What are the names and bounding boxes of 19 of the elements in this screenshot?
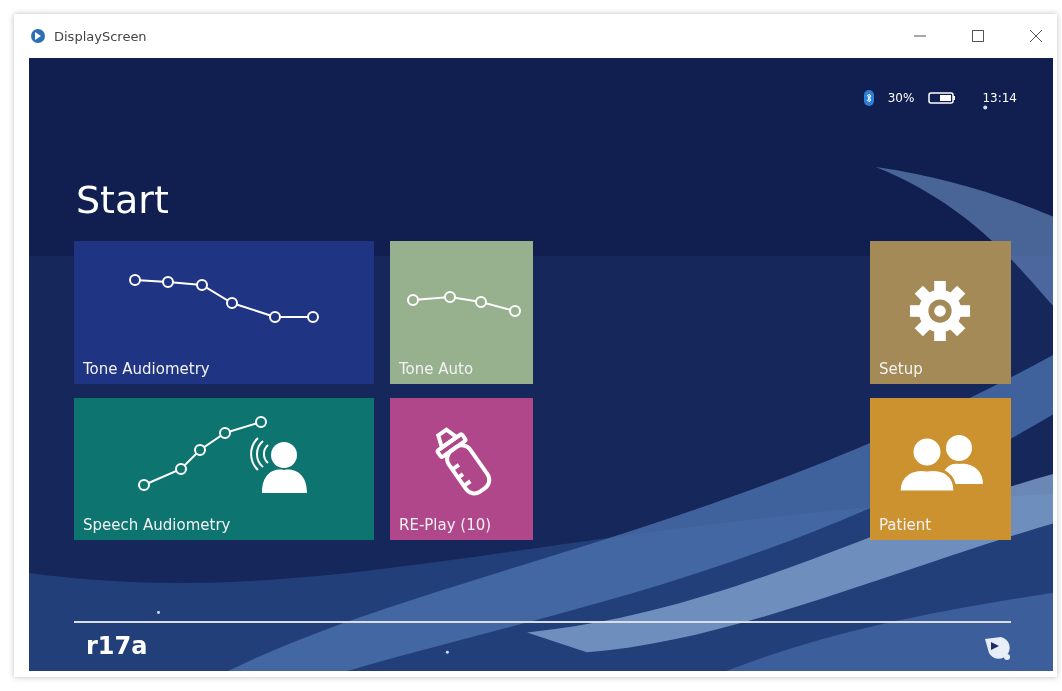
tile[interactable]: Patient	[870, 398, 1011, 540]
app-logo-icon	[30, 28, 46, 44]
version-label: r17a	[86, 632, 148, 660]
clock: 13:14	[982, 91, 1017, 105]
settings-icon	[909, 280, 971, 342]
line-chart-icon	[128, 273, 320, 324]
speech-chart-icon	[137, 415, 310, 493]
bluetooth-icon	[863, 90, 874, 106]
tile[interactable]: RE-Play (10)	[390, 398, 533, 540]
maximize-icon[interactable]	[971, 29, 985, 43]
tile[interactable]: Speech Audiometry	[74, 398, 374, 540]
close-icon[interactable]	[1029, 29, 1043, 43]
tile[interactable]: Setup	[870, 241, 1011, 384]
battery-icon	[928, 92, 957, 104]
line-chart-icon	[406, 290, 522, 318]
window-title: DisplayScreen	[54, 28, 147, 44]
battery-percentage: 30%	[887, 91, 915, 105]
tile[interactable]: Tone Audiometry	[74, 241, 374, 384]
page-heading: Start	[76, 177, 170, 223]
